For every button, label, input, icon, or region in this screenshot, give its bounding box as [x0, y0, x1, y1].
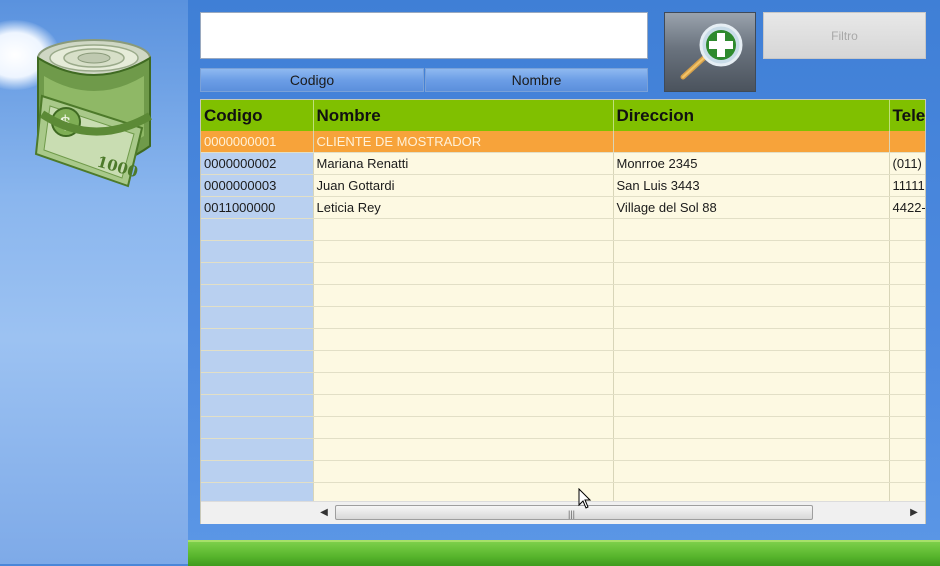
empty-row [201, 284, 925, 307]
column-header-direccion[interactable]: Direccion [613, 100, 890, 131]
cell-direccion[interactable] [613, 131, 890, 153]
table-row[interactable]: 0000000002 Mariana Renatti Monrroe 2345 … [201, 152, 925, 175]
clients-grid[interactable]: Codigo Nombre Direccion Tele 0000000001 … [200, 99, 926, 524]
empty-row [201, 350, 925, 373]
empty-row [201, 262, 925, 285]
grip-icon: ||| [568, 509, 576, 519]
empty-row [201, 240, 925, 263]
cell-nombre[interactable]: CLIENTE DE MOSTRADOR [313, 131, 614, 153]
column-header-codigo[interactable]: Codigo [201, 100, 314, 131]
cell-nombre[interactable]: Leticia Rey [313, 196, 614, 219]
empty-row [201, 460, 925, 483]
column-header-telefono[interactable]: Tele [889, 100, 925, 131]
money-roll-icon: $ 1000 [34, 39, 152, 188]
search-button[interactable] [664, 12, 756, 92]
search-by-code-button[interactable]: Codigo [200, 68, 424, 92]
empty-row [201, 372, 925, 395]
empty-row [201, 306, 925, 329]
cell-codigo[interactable]: 0000000002 [201, 152, 314, 175]
cell-codigo[interactable]: 0000000003 [201, 174, 314, 197]
search-input[interactable] [200, 12, 648, 59]
cell-telefono[interactable] [889, 131, 925, 153]
table-row[interactable]: 0011000000 Leticia Rey Village del Sol 8… [201, 196, 925, 219]
cell-codigo[interactable]: 0000000001 [201, 131, 314, 153]
empty-row [201, 218, 925, 241]
empty-row [201, 394, 925, 417]
empty-row [201, 328, 925, 351]
column-header-nombre[interactable]: Nombre [313, 100, 614, 131]
clients-table: Codigo Nombre Direccion Tele 0000000001 … [201, 100, 925, 505]
left-panel: $ 1000 [0, 0, 188, 564]
search-add-icon [680, 23, 743, 80]
empty-row [201, 438, 925, 461]
grass-decoration [188, 540, 940, 566]
table-row[interactable]: 0000000003 Juan Gottardi San Luis 3443 1… [201, 174, 925, 197]
search-by-name-button[interactable]: Nombre [425, 68, 648, 92]
cell-direccion[interactable]: Village del Sol 88 [613, 196, 890, 219]
cell-telefono[interactable]: (011) [889, 152, 925, 175]
cell-direccion[interactable]: Monrroe 2345 [613, 152, 890, 175]
mouse-cursor-icon [578, 488, 592, 509]
cell-nombre[interactable]: Mariana Renatti [313, 152, 614, 175]
table-row[interactable]: 0000000001 CLIENTE DE MOSTRADOR [201, 131, 925, 153]
cell-direccion[interactable]: San Luis 3443 [613, 174, 890, 197]
scroll-left-icon[interactable]: ◀ [317, 506, 331, 520]
cell-codigo[interactable]: 0011000000 [201, 196, 314, 219]
filtro-button[interactable]: Filtro [763, 12, 926, 59]
empty-row [201, 416, 925, 439]
horizontal-scrollbar[interactable]: ◀ ||| ▶ [201, 501, 925, 524]
scrollbar-thumb[interactable]: ||| [335, 505, 813, 520]
filtro-button-label: Filtro [831, 28, 858, 43]
code-button-label: Codigo [289, 72, 335, 88]
header-row: Codigo Nombre Direccion Tele [201, 100, 925, 131]
scroll-right-icon[interactable]: ▶ [907, 506, 921, 520]
cell-nombre[interactable]: Juan Gottardi [313, 174, 614, 197]
cell-telefono[interactable]: 11111 [889, 174, 925, 197]
name-button-label: Nombre [511, 72, 562, 88]
cell-telefono[interactable]: 4422- [889, 196, 925, 219]
